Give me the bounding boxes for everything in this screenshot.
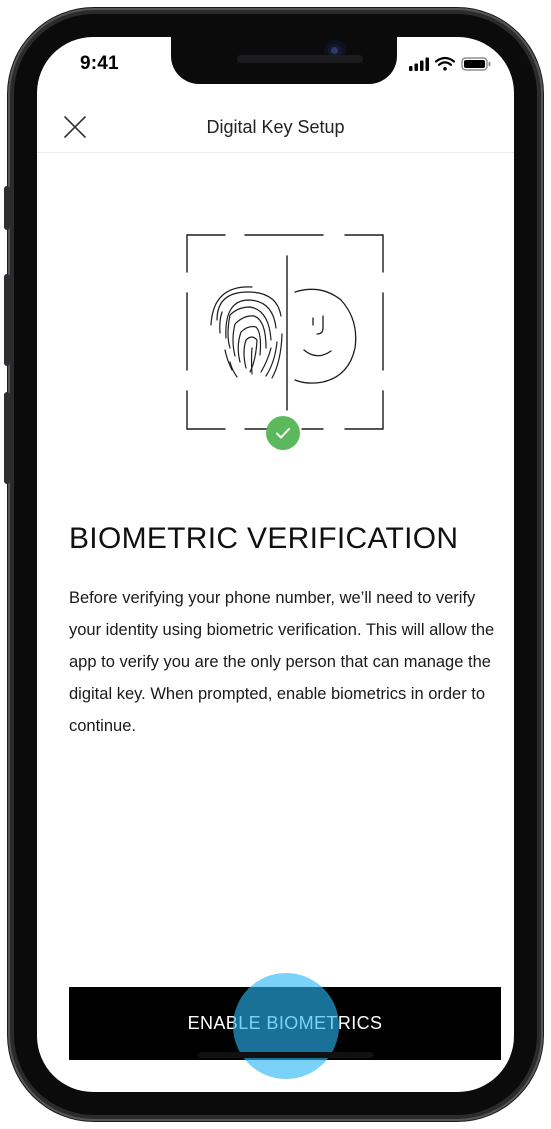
volume-down-button [4, 392, 10, 484]
battery-icon [461, 57, 491, 71]
frame-corners [186, 234, 384, 430]
header-divider [37, 152, 514, 153]
earpiece-speaker [237, 55, 363, 63]
page-title: Digital Key Setup [206, 117, 345, 137]
status-icons [409, 56, 495, 72]
app-screen: 9:41 Digital Key Setup BIOMETRIC VERIFIC… [37, 37, 514, 1092]
fingerprint-icon [210, 286, 283, 379]
volume-up-button [4, 274, 10, 366]
signal-bars-icon [409, 57, 429, 71]
enable-biometrics-label: ENABLE BIOMETRICS [187, 1013, 383, 1033]
enable-biometrics-button[interactable]: ENABLE BIOMETRICS [69, 987, 501, 1060]
home-indicator [198, 1052, 374, 1058]
checkmark-icon [276, 428, 290, 439]
biometric-illustration [177, 230, 392, 452]
section-heading: BIOMETRIC VERIFICATION [69, 522, 459, 555]
action-button [4, 186, 10, 230]
success-badge [266, 416, 300, 450]
nav-header: Digital Key Setup [37, 115, 514, 155]
status-time: 9:41 [80, 53, 119, 74]
face-id-icon [294, 288, 357, 384]
wifi-icon [434, 56, 456, 71]
description-text: Before verifying your phone number, we’l… [69, 589, 495, 735]
